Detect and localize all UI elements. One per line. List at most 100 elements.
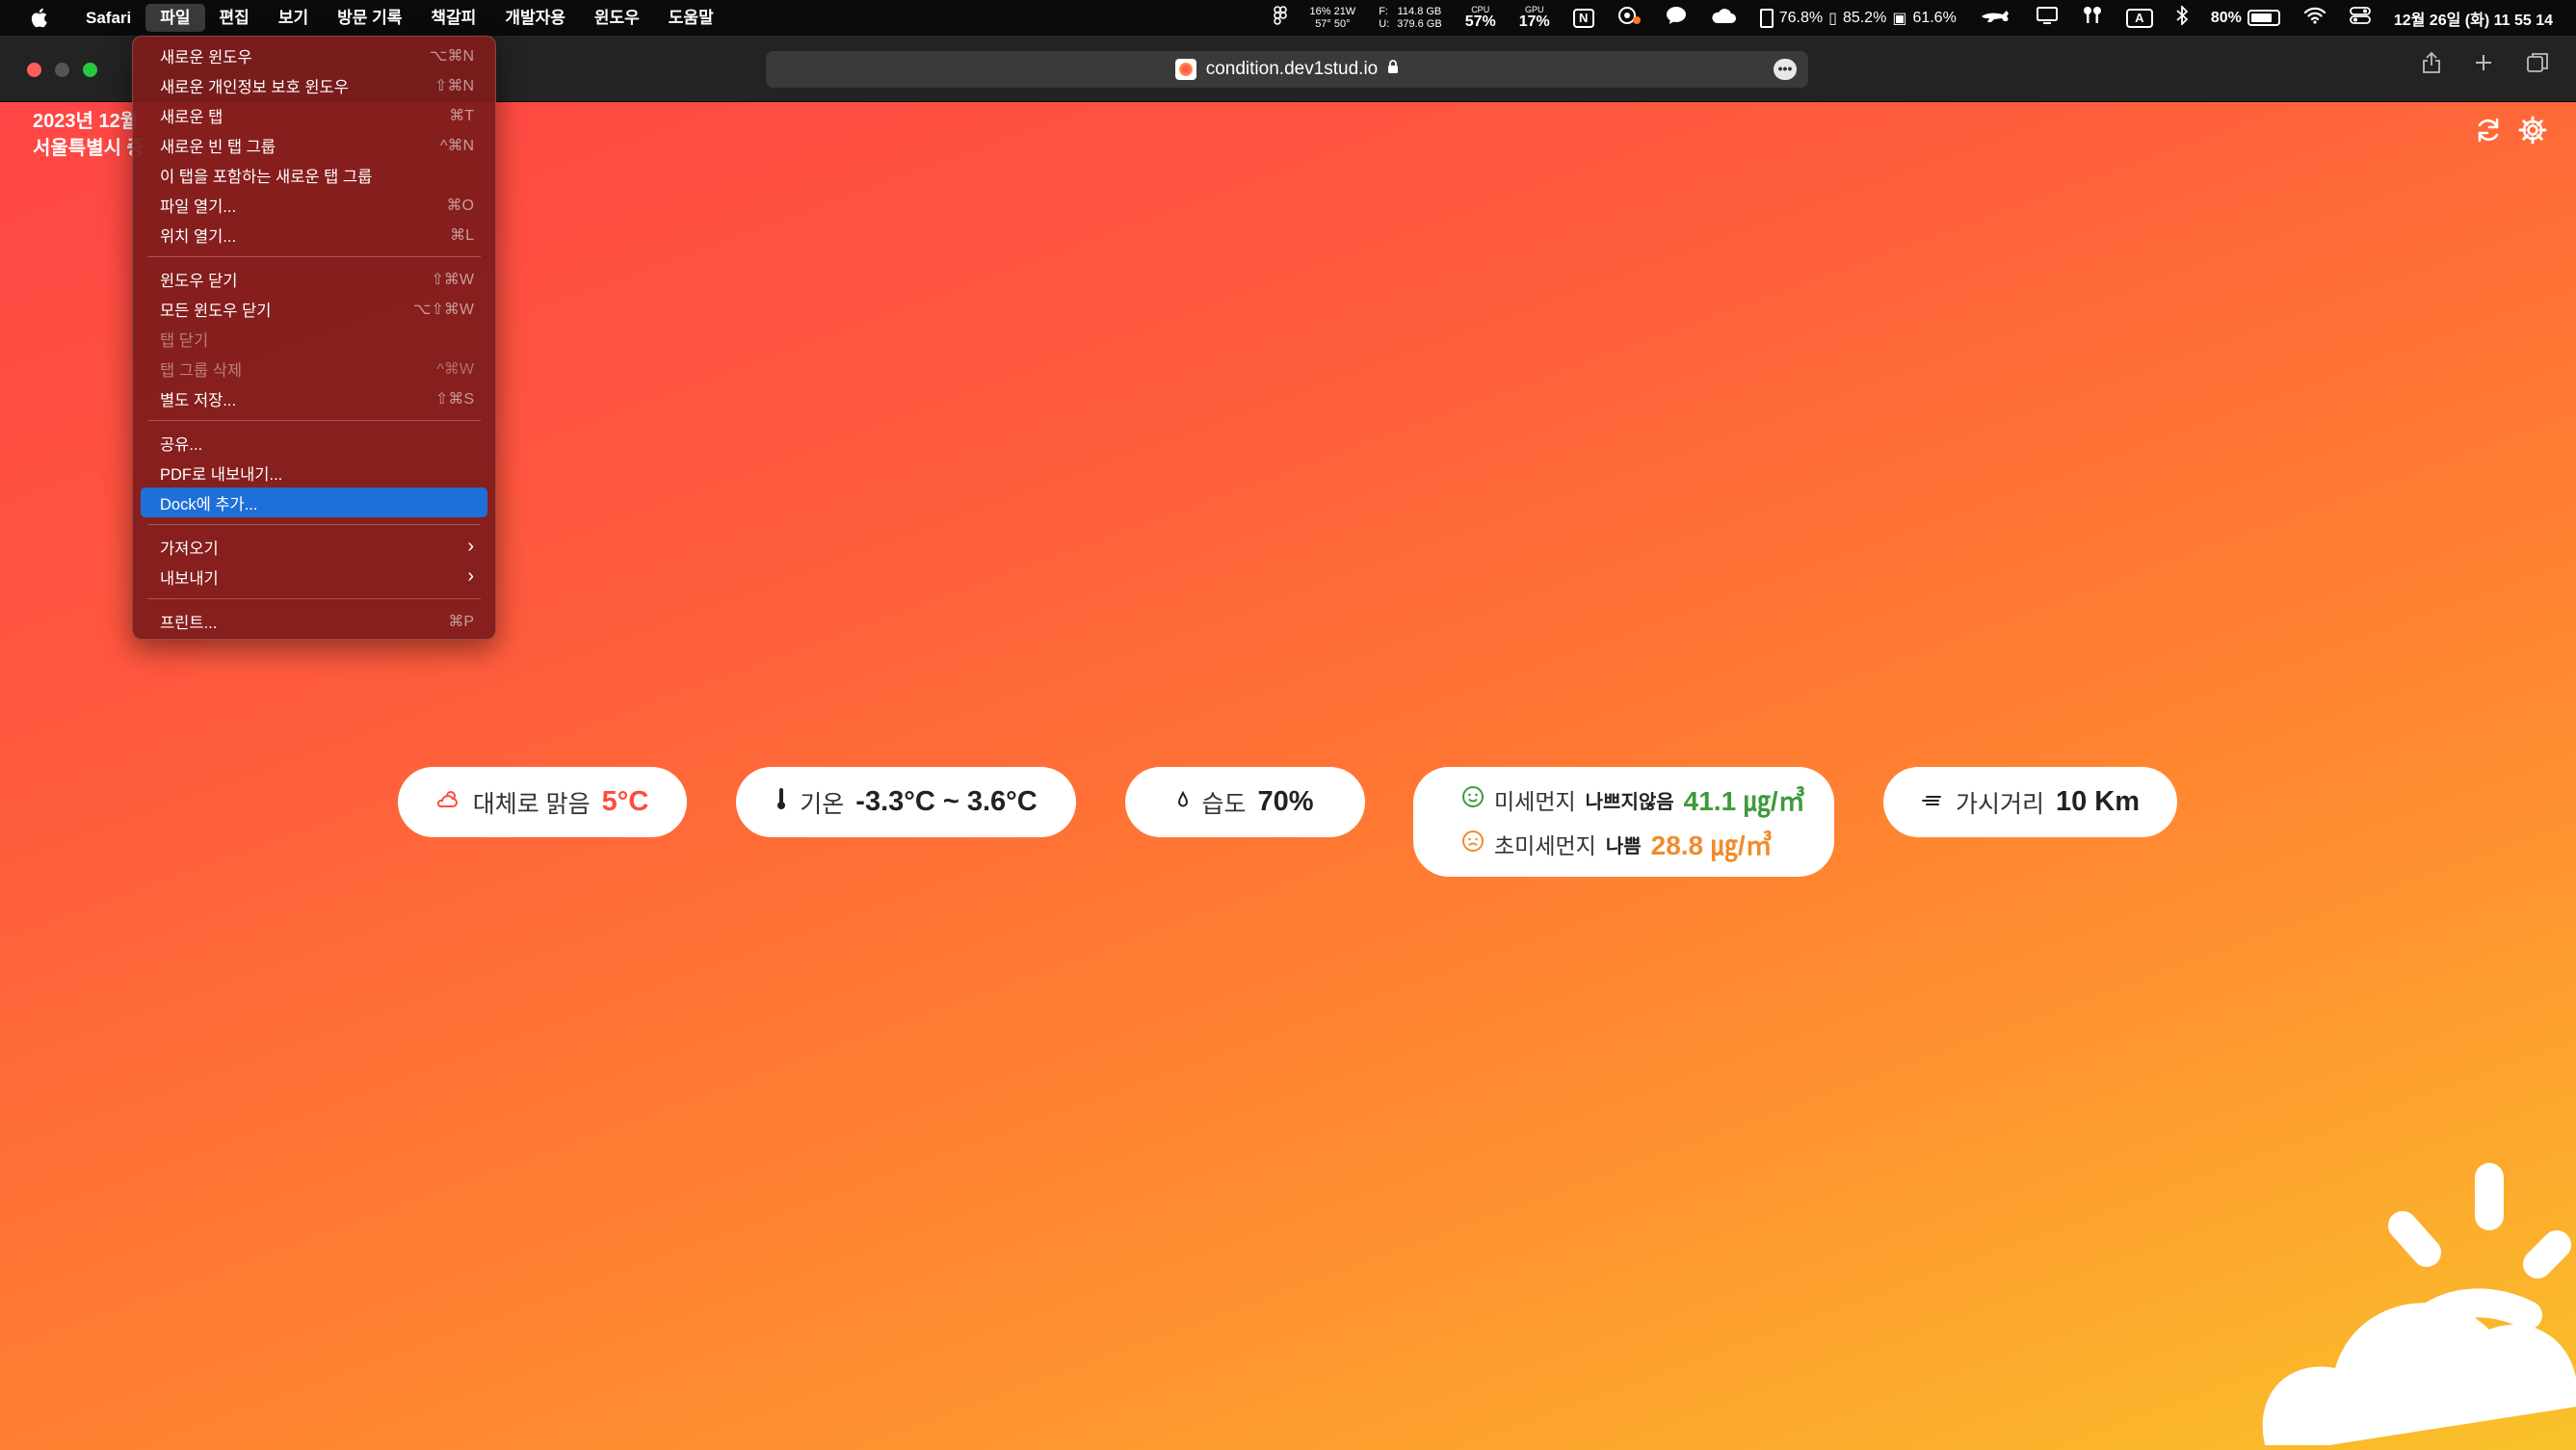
- location-text: 서울특별시 중: [33, 138, 145, 159]
- menu-item-close-all-windows[interactable]: 모든 윈도우 닫기 ⌥⇧⌘W: [141, 294, 487, 324]
- address-url: condition.dev1stud.io: [1205, 59, 1379, 79]
- menu-item-new-tab-group-with-tab[interactable]: 이 탭을 포함하는 새로운 탭 그룹: [141, 160, 487, 190]
- disk-widget[interactable]: 114.8 GB 379.6 GB: [1397, 6, 1441, 31]
- disk-label-bottom: U:: [1379, 17, 1390, 30]
- menu-item-import[interactable]: 가져오기 ›: [141, 532, 487, 562]
- pm10-value: 41.1 ㎍/㎥: [1683, 786, 1805, 816]
- pm10-row: 미세먼지 나쁘지않음 41.1 ㎍/㎥: [1461, 780, 1805, 819]
- new-tab-icon[interactable]: [2474, 53, 2493, 77]
- menu-item-new-empty-tab-group[interactable]: 새로운 빈 탭 그룹 ^⌘N: [141, 130, 487, 160]
- mem-2: 85.2%: [1842, 9, 1887, 26]
- window-controls: [27, 63, 97, 77]
- runcat-icon[interactable]: [1980, 8, 2012, 28]
- menu-item-export[interactable]: 내보내기 ›: [141, 562, 487, 592]
- menu-item-shortcut: ⌘P: [448, 613, 474, 630]
- menu-help[interactable]: 도움말: [654, 4, 728, 32]
- battery-icon: [2247, 10, 2280, 26]
- menu-file[interactable]: 파일: [145, 4, 205, 32]
- menu-bookmarks[interactable]: 책갈피: [416, 4, 490, 32]
- minimize-window-button[interactable]: [55, 63, 69, 77]
- lock-icon: [1387, 59, 1399, 80]
- chevron-right-icon: ›: [467, 536, 474, 557]
- menu-item-shortcut: ^⌘W: [436, 360, 474, 378]
- menu-item-shortcut: ⇧⌘W: [431, 271, 474, 288]
- gpu-widget[interactable]: GPU 17%: [1519, 6, 1550, 30]
- settings-icon[interactable]: [2518, 116, 2547, 149]
- pm25-label: 초미세먼지: [1494, 833, 1596, 858]
- menu-item-label: 프린트...: [160, 614, 218, 632]
- page-actions: [2474, 116, 2547, 149]
- menu-separator: [147, 420, 481, 421]
- chip-icon: ▣: [1892, 10, 1907, 27]
- menu-item-new-tab[interactable]: 새로운 탭 ⌘T: [141, 100, 487, 130]
- sky-temp: 5°C: [601, 786, 649, 817]
- menu-edit[interactable]: 편집: [205, 4, 264, 32]
- refresh-icon[interactable]: [2474, 116, 2503, 149]
- menu-item-label: 별도 저장...: [160, 391, 237, 409]
- notion-icon[interactable]: N: [1572, 8, 1594, 28]
- zoom-window-button[interactable]: [83, 63, 97, 77]
- pm10-status: 나쁘지않음: [1585, 791, 1674, 813]
- menu-item-open-location[interactable]: 위치 열기... ⌘L: [141, 220, 487, 250]
- input-source-icon[interactable]: A: [2125, 8, 2153, 28]
- menu-item-print[interactable]: 프린트... ⌘P: [141, 606, 487, 636]
- thermometer-icon: [775, 786, 788, 818]
- cpu-widget[interactable]: CPU 57%: [1465, 6, 1496, 30]
- vpn-icon[interactable]: [1617, 6, 1643, 30]
- menu-item-label: Dock에 추가...: [160, 495, 258, 514]
- bluetooth-icon[interactable]: [2176, 4, 2189, 30]
- pm25-row: 초미세먼지 나쁨 28.8 ㎍/㎥: [1461, 825, 1773, 863]
- menu-item-label: 내보내기: [160, 569, 219, 588]
- menu-item-save-as[interactable]: 별도 저장... ⇧⌘S: [141, 383, 487, 413]
- menu-history[interactable]: 방문 기록: [323, 4, 416, 32]
- menubar-clock[interactable]: 12월 26일 (화) 11 55 14: [2394, 7, 2553, 30]
- airpods-icon[interactable]: [2082, 6, 2103, 30]
- disk-bottom: 379.6 GB: [1397, 17, 1442, 30]
- menu-view[interactable]: 보기: [264, 4, 323, 32]
- weather-widget[interactable]: 16% 21W 57° 50°: [1310, 6, 1356, 31]
- location-header: 2023년 12월 서울특별시 중: [33, 108, 145, 162]
- address-bar[interactable]: condition.dev1stud.io •••: [766, 51, 1808, 88]
- menu-item-new-window[interactable]: 새로운 윈도우 ⌥⌘N: [141, 40, 487, 70]
- display-icon[interactable]: [2036, 6, 2059, 30]
- cloud-icon[interactable]: [1710, 6, 1737, 30]
- battery-widget[interactable]: 80%: [2211, 10, 2280, 27]
- menu-item-shortcut: ⌘T: [449, 107, 474, 124]
- menu-item-share[interactable]: 공유...: [141, 428, 487, 458]
- figma-icon[interactable]: [1273, 6, 1287, 30]
- menu-item-export-pdf[interactable]: PDF로 내보내기...: [141, 458, 487, 488]
- menu-item-open-file[interactable]: 파일 열기... ⌘O: [141, 190, 487, 220]
- menu-item-new-private-window[interactable]: 새로운 개인정보 보호 윈도우 ⇧⌘N: [141, 70, 487, 100]
- visibility-label: 가시거리: [1955, 790, 2044, 818]
- weather-top: 16% 21W: [1309, 5, 1356, 17]
- disk-labels: F: U:: [1379, 6, 1389, 31]
- wifi-icon[interactable]: [2303, 7, 2326, 29]
- menu-item-shortcut: ⇧⌘N: [434, 77, 474, 94]
- pm25-value: 28.8 ㎍/㎥: [1650, 830, 1773, 860]
- tab-overview-icon[interactable]: [2526, 51, 2549, 79]
- temperature-pill: 기온 -3.3°C ~ 3.6°C: [736, 767, 1076, 837]
- menu-safari[interactable]: Safari: [71, 4, 145, 32]
- menu-window[interactable]: 윈도우: [580, 4, 654, 32]
- menu-item-shortcut: ⌥⌘N: [430, 47, 474, 65]
- control-center-icon[interactable]: [2349, 6, 2371, 30]
- menu-item-delete-tab-group: 탭 그룹 삭제 ^⌘W: [141, 354, 487, 383]
- menu-separator: [147, 256, 481, 257]
- close-window-button[interactable]: [27, 63, 41, 77]
- menu-item-shortcut: ⇧⌘S: [434, 390, 474, 408]
- menu-item-label: 새로운 개인정보 보호 윈도우: [160, 78, 349, 96]
- page-menu-button[interactable]: •••: [1774, 59, 1797, 80]
- menu-item-add-to-dock[interactable]: Dock에 추가...: [141, 488, 487, 517]
- gpu-value: 17%: [1518, 13, 1550, 30]
- sky-label: 대체로 맑음: [472, 790, 591, 818]
- frown-face-icon: [1461, 830, 1485, 858]
- visibility-pill: 가시거리 10 Km: [1883, 767, 2177, 837]
- memory-stats[interactable]: 76.8% ▯ 85.2% ▣ 61.6%: [1759, 8, 1957, 28]
- menu-item-close-window[interactable]: 윈도우 닫기 ⇧⌘W: [141, 264, 487, 294]
- menu-develop[interactable]: 개발자용: [490, 4, 580, 32]
- menu-item-label: 공유...: [160, 435, 203, 454]
- share-icon[interactable]: [2422, 51, 2441, 79]
- mem-1: 76.8%: [1778, 9, 1824, 26]
- apple-icon[interactable]: [21, 7, 56, 29]
- messages-icon[interactable]: [1666, 6, 1687, 30]
